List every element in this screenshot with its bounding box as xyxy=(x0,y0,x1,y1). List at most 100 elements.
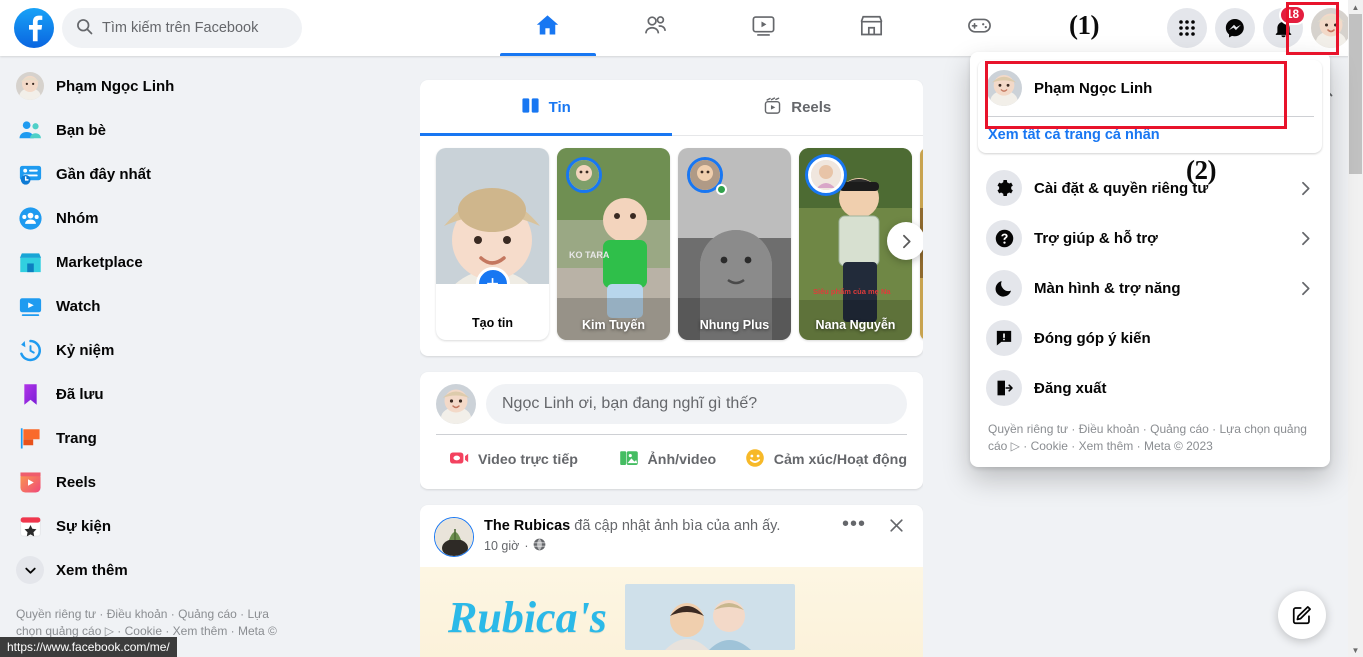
nav-tab-watch[interactable] xyxy=(710,0,818,56)
sidebar-item-reels[interactable]: Reels xyxy=(8,460,352,504)
browser-scrollbar[interactable]: ▲ ▼ xyxy=(1348,0,1363,657)
dropdown-profile-item[interactable]: Phạm Ngọc Linh xyxy=(978,60,1322,116)
video-icon xyxy=(750,12,777,44)
composer-top-row: Ngọc Linh ơi, bạn đang nghĩ gì thế? xyxy=(436,384,907,424)
sidebar-item-saved[interactable]: Đã lưu xyxy=(8,372,352,416)
see-all-profiles-link[interactable]: Xem tất cả trang cá nhân xyxy=(978,117,1322,153)
composer-live-video-button[interactable]: Video trực tiếp xyxy=(436,439,590,481)
scrollbar-thumb[interactable] xyxy=(1349,14,1362,174)
post-title: The Rubicas đã cập nhật ảnh bìa của anh … xyxy=(484,517,824,535)
bell-icon[interactable]: 18 xyxy=(1263,5,1306,48)
topbar-nav-tabs xyxy=(360,0,1167,56)
post-meta-separator: · xyxy=(524,539,529,553)
topbar-right: 18 xyxy=(1167,5,1363,48)
notifications-badge: 18 xyxy=(1279,5,1306,25)
browser-status-bar: https://www.facebook.com/me/ xyxy=(0,637,177,657)
post-time[interactable]: 10 giờ xyxy=(484,539,519,553)
moon-icon xyxy=(986,270,1022,306)
sidebar-item-label: Gần đây nhất xyxy=(56,165,152,183)
chevron-down-icon xyxy=(16,556,44,584)
account-avatar[interactable] xyxy=(1311,8,1351,48)
gaming-icon xyxy=(966,12,993,44)
dropdown-item-feedback[interactable]: Đóng góp ý kiến xyxy=(978,313,1322,363)
tab-reels[interactable]: Reels xyxy=(672,80,924,135)
dropdown-item-display-accessibility[interactable]: Màn hình & trợ năng xyxy=(978,263,1322,313)
search-placeholder: Tìm kiếm trên Facebook xyxy=(102,20,259,36)
grid-menu-icon[interactable] xyxy=(1167,8,1207,48)
nav-tab-friends[interactable] xyxy=(602,0,710,56)
composer-input[interactable]: Ngọc Linh ơi, bạn đang nghĩ gì thế? xyxy=(486,384,907,424)
scrollbar-up-arrow[interactable]: ▲ xyxy=(1348,0,1363,14)
topbar-left: Tìm kiếm trên Facebook xyxy=(0,8,360,48)
sidebar-item-label: Marketplace xyxy=(56,253,143,271)
dropdown-item-label: Cài đặt & quyền riêng tư xyxy=(1034,179,1209,197)
live-video-icon xyxy=(448,447,470,473)
composer-placeholder: Ngọc Linh ơi, bạn đang nghĩ gì thế? xyxy=(502,395,758,412)
events-icon xyxy=(16,512,44,540)
sidebar-item-groups[interactable]: Nhóm xyxy=(8,196,352,240)
sidebar-item-friends[interactable]: Bạn bè xyxy=(8,108,352,152)
dropdown-footer-links: Quyền riêng tư · Điều khoản · Quảng cáo … xyxy=(988,422,1307,453)
groups-icon xyxy=(16,204,44,232)
post-close-icon[interactable] xyxy=(884,517,909,536)
composer-feeling-activity-button[interactable]: Cảm xúc/Hoạt động xyxy=(744,439,907,481)
sidebar-item-memories[interactable]: Kỷ niệm xyxy=(8,328,352,372)
post-more-options-icon[interactable]: ••• xyxy=(834,514,874,534)
recent-icon xyxy=(16,160,44,188)
composer-photo-video-button[interactable]: Ảnh/video xyxy=(590,439,744,481)
facebook-logo-icon[interactable] xyxy=(14,8,54,48)
stories-tabs: Tin Reels xyxy=(420,80,923,136)
post-author-name[interactable]: The Rubicas xyxy=(484,518,570,534)
story-card[interactable]: KO TARA Kim Tuyến xyxy=(557,148,670,340)
left-sidebar: Phạm Ngọc Linh Bạn bè Gần đây nhất Nhóm xyxy=(0,56,360,657)
post-cover-image[interactable]: Rubica's xyxy=(420,567,923,657)
online-status-dot xyxy=(716,184,727,195)
stories-next-button[interactable] xyxy=(887,222,923,260)
dropdown-item-help-support[interactable]: Trợ giúp & hỗ trợ xyxy=(978,213,1322,263)
search-icon xyxy=(76,18,93,39)
sidebar-item-label: Reels xyxy=(56,473,97,491)
marketplace-icon xyxy=(858,12,885,44)
nav-tab-home[interactable] xyxy=(494,0,602,56)
story-create-footer: Tạo tin xyxy=(436,284,549,340)
compose-message-button[interactable] xyxy=(1278,591,1326,639)
nav-tab-marketplace[interactable] xyxy=(818,0,926,56)
composer-actions: Video trực tiếp Ảnh/video Cảm xúc/Hoạt đ… xyxy=(436,439,907,481)
story-author-avatar xyxy=(808,157,844,193)
story-card[interactable]: Nhung Plus xyxy=(678,148,791,340)
sidebar-item-see-more[interactable]: Xem thêm xyxy=(8,548,352,592)
story-label: Tạo tin xyxy=(472,316,513,330)
stories-card: Tin Reels Tạo tin KO TARA Kim Tuyến Nhun… xyxy=(420,80,923,356)
composer-action-label: Video trực tiếp xyxy=(478,452,578,468)
profile-avatar xyxy=(986,70,1022,106)
annotation-label-1: (1) xyxy=(1069,10,1099,40)
feed-post: The Rubicas đã cập nhật ảnh bìa của anh … xyxy=(420,505,923,657)
feedback-icon xyxy=(986,320,1022,356)
tab-label: Reels xyxy=(791,99,832,116)
post-composer-card: Ngọc Linh ơi, bạn đang nghĩ gì thế? Vide… xyxy=(420,372,923,489)
dropdown-item-label: Trợ giúp & hỗ trợ xyxy=(1034,229,1158,247)
help-icon xyxy=(986,220,1022,256)
messenger-icon[interactable] xyxy=(1215,8,1255,48)
sidebar-item-events[interactable]: Sự kiện xyxy=(8,504,352,548)
sidebar-item-recent[interactable]: Gần đây nhất xyxy=(8,152,352,196)
dropdown-item-logout[interactable]: Đăng xuất xyxy=(978,363,1322,413)
saved-icon xyxy=(16,380,44,408)
post-author-avatar[interactable] xyxy=(434,517,474,557)
scrollbar-down-arrow[interactable]: ▼ xyxy=(1348,643,1363,657)
chevron-right-icon xyxy=(1297,180,1314,197)
post-meta: The Rubicas đã cập nhật ảnh bìa của anh … xyxy=(484,517,824,554)
sidebar-item-watch[interactable]: Watch xyxy=(8,284,352,328)
sidebar-item-label: Bạn bè xyxy=(56,121,107,139)
reels-icon xyxy=(763,96,782,119)
dropdown-profile-name: Phạm Ngọc Linh xyxy=(1034,79,1153,97)
sidebar-item-marketplace[interactable]: Marketplace xyxy=(8,240,352,284)
composer-avatar[interactable] xyxy=(436,384,476,424)
tab-stories[interactable]: Tin xyxy=(420,80,672,136)
nav-tab-gaming[interactable] xyxy=(926,0,1034,56)
search-input[interactable]: Tìm kiếm trên Facebook xyxy=(62,8,302,48)
story-create-card[interactable]: + Tạo tin xyxy=(436,148,549,340)
sidebar-item-pages[interactable]: Trang xyxy=(8,416,352,460)
dropdown-item-settings-privacy[interactable]: Cài đặt & quyền riêng tư xyxy=(978,163,1322,213)
sidebar-item-profile[interactable]: Phạm Ngọc Linh xyxy=(8,64,352,108)
